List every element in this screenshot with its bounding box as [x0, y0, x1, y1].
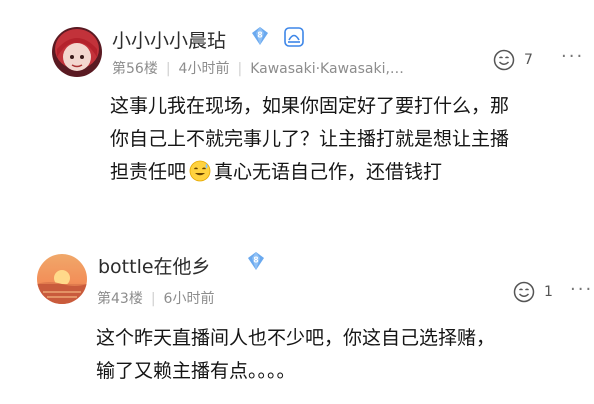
sweat-smile-emoji-icon [189, 160, 211, 182]
username[interactable]: bottle在他乡 [98, 252, 211, 279]
more-options-button[interactable]: ··· [561, 46, 584, 67]
comment-line: 输了又赖主播有点。。。。 [96, 360, 296, 382]
meta-separator: | [165, 61, 171, 77]
comment-line-with-emoji: 担责任吧 真心无语自己作，还借钱打 [110, 156, 509, 193]
username[interactable]: 小小小小晨玷 [112, 26, 226, 53]
level-number: 8 [257, 31, 262, 40]
like-count: 7 [524, 52, 533, 68]
avatar-image [52, 27, 102, 77]
floor-number: 第56楼 [112, 61, 158, 77]
comment-line: 你自己上不就完事儿了？让主播打就是想让主播 [110, 128, 510, 150]
ip-location: Kawasaki·Kawasaki,… [250, 61, 404, 77]
comment-meta: 第56楼 | 4小时前 | Kawasaki·Kawasaki,… [112, 58, 404, 78]
smile-like-icon [493, 49, 515, 71]
avatar[interactable] [52, 27, 102, 77]
more-options-button[interactable]: ··· [570, 279, 593, 300]
scale-icon [284, 27, 304, 47]
floor-number: 第43楼 [97, 291, 143, 307]
comment-item: bottle在他乡 8 第43楼 | 6小时前 1 ··· 这个昨天直播间人也不少吧… [0, 236, 594, 404]
like-count: 1 [544, 284, 553, 300]
level-badge: 8 [246, 251, 266, 271]
certified-icon [284, 27, 304, 47]
comment-line: 真心无语自己作，还借钱打 [214, 161, 443, 183]
level-number: 8 [253, 256, 258, 265]
diamond-badge-icon: 8 [252, 27, 268, 45]
meta-separator: | [237, 61, 243, 77]
post-time: 6小时前 [163, 291, 215, 307]
level-badge: 8 [250, 26, 270, 46]
meta-separator: | [150, 291, 156, 307]
comment-text: 这事儿我在现场，如果你固定好了要打什么，那 你自己上不就完事儿了？让主播打就是想… [110, 90, 509, 193]
post-time: 4小时前 [178, 61, 230, 77]
sweat-smile-emoji [189, 160, 211, 193]
comment-line: 担责任吧 [110, 161, 187, 183]
diamond-badge-icon: 8 [248, 252, 264, 270]
avatar-image [37, 254, 87, 304]
comment-line: 这事儿我在现场，如果你固定好了要打什么，那 [110, 95, 510, 117]
comment-line: 这个昨天直播间人也不少吧，你这自己选择赌， [96, 327, 496, 349]
comment-text: 这个昨天直播间人也不少吧，你这自己选择赌， 输了又赖主播有点。。。。 [96, 322, 495, 388]
smile-like-icon [513, 281, 535, 303]
like-button[interactable]: 7 [492, 47, 533, 73]
like-button[interactable]: 1 [512, 279, 553, 305]
comment-meta: 第43楼 | 6小时前 [97, 288, 214, 308]
comment-item: 小小小小晨玷 8 第56楼 | 4小时前 | Kawasaki·Kawasaki,… 7… [0, 0, 594, 230]
avatar[interactable] [37, 254, 87, 304]
